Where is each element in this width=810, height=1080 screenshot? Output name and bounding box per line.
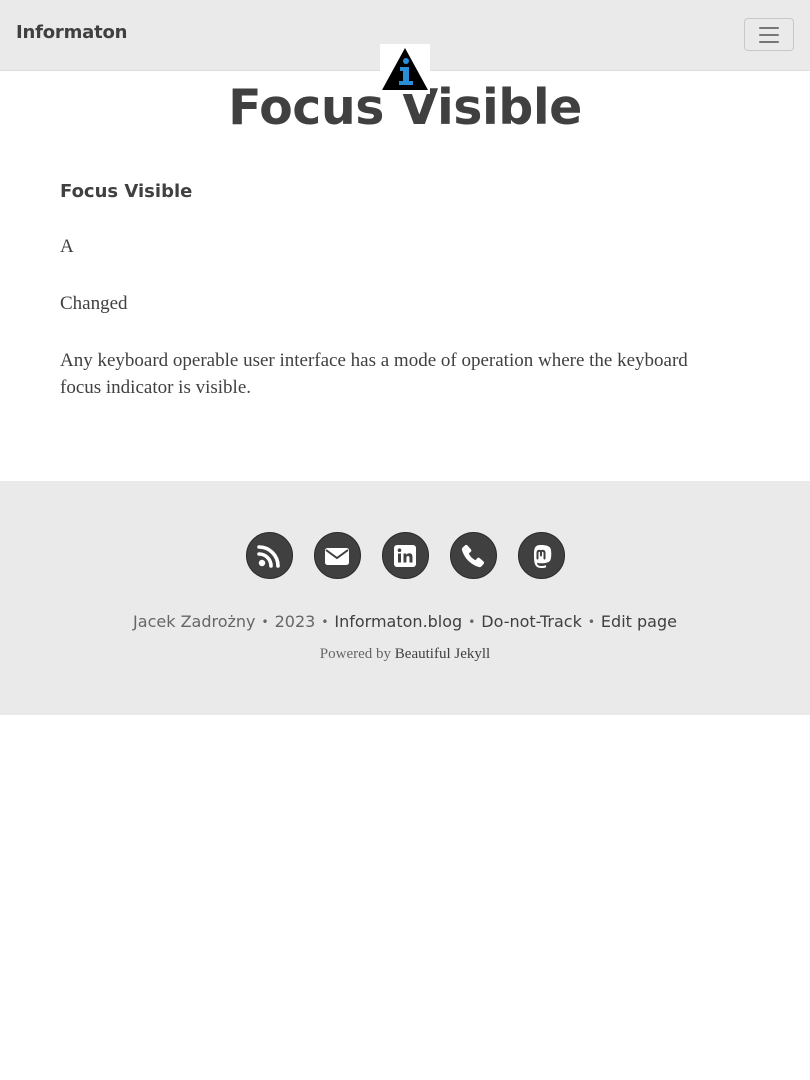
footer-copyright: Jacek Zadrożny • 2023 • Informaton.blog • Do-n… <box>133 612 677 631</box>
author-name: Jacek Zadrożny <box>133 612 256 631</box>
rss-icon <box>257 544 280 568</box>
mastodon-icon <box>533 544 552 568</box>
linkedin-icon <box>394 544 416 567</box>
footer: Jacek Zadrożny • 2023 • Informaton.blog • Do-n… <box>0 481 810 715</box>
phone-link[interactable] <box>449 532 497 579</box>
do-not-track-link[interactable]: Do-not-Track <box>481 612 582 631</box>
rss-link[interactable] <box>245 532 293 579</box>
menu-toggle-button[interactable] <box>744 18 794 51</box>
beautiful-jekyll-link[interactable]: Beautiful Jekyll <box>395 646 490 662</box>
mastodon-link[interactable] <box>517 532 565 579</box>
section-heading: Focus Visible <box>60 181 193 202</box>
email-link[interactable] <box>313 532 361 579</box>
social-links <box>0 532 810 579</box>
conformance-level: A <box>60 236 74 257</box>
main-content: Focus Visible A Changed Any keyboard ope… <box>60 178 750 398</box>
envelope-icon <box>325 547 349 565</box>
blog-link[interactable]: Informaton.blog <box>334 612 462 631</box>
powered-by-text: Powered by <box>319 646 392 662</box>
brand-link[interactable]: Informaton <box>16 22 127 43</box>
info-triangle-logo <box>382 48 428 90</box>
site-logo[interactable] <box>380 44 430 94</box>
change-status: Changed <box>60 293 128 314</box>
edit-page-link[interactable]: Edit page <box>601 612 677 631</box>
hamburger-menu-icon <box>759 26 779 29</box>
phone-icon <box>461 544 485 567</box>
copyright-year: 2023 <box>274 612 316 631</box>
powered-by: Powered by Beautiful Jekyll <box>0 644 810 664</box>
linkedin-link[interactable] <box>381 532 429 579</box>
criterion-description: Any keyboard operable user interface has… <box>60 350 688 398</box>
